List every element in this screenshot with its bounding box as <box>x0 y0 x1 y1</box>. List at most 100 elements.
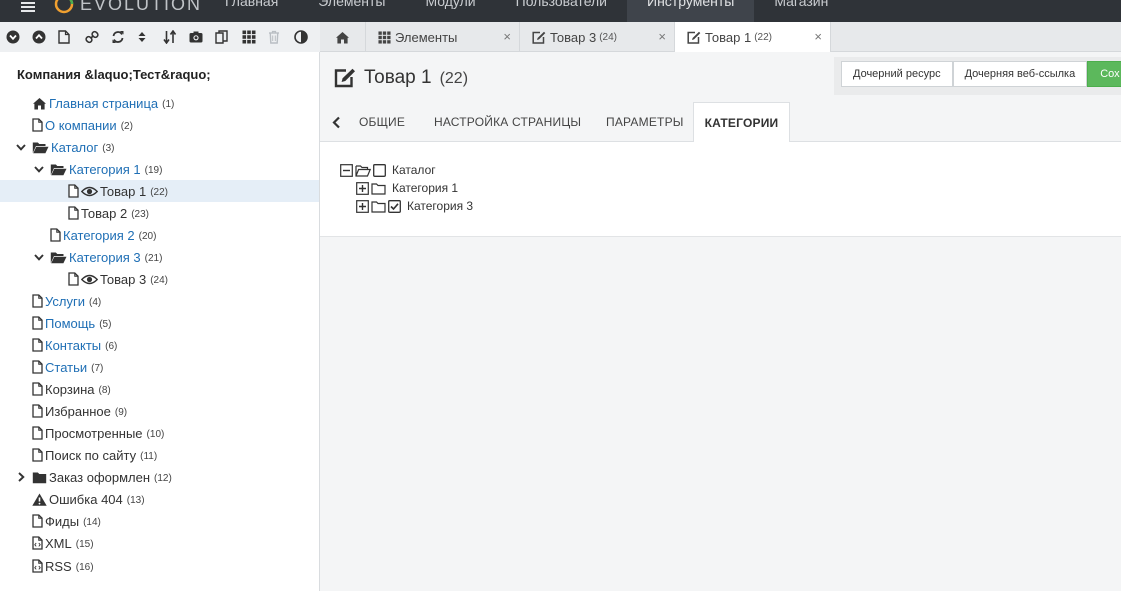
tree-item-label[interactable]: Товар 1 <box>100 184 146 199</box>
chevron-down-icon[interactable] <box>16 143 26 151</box>
tree-item[interactable]: Категория 3 (21) <box>0 246 319 268</box>
new-weblink-icon[interactable] <box>84 22 111 52</box>
nav-elements[interactable]: Элементы <box>298 0 405 22</box>
tree-item-label[interactable]: Статьи <box>45 360 87 375</box>
checkbox[interactable] <box>373 163 386 177</box>
tree-item-label[interactable]: RSS <box>45 559 72 574</box>
add-child-resource-button[interactable]: Дочерний ресурс <box>841 61 953 87</box>
category-label[interactable]: Каталог <box>392 163 436 177</box>
add-child-weblink-button[interactable]: Дочерняя веб-ссылка <box>952 61 1088 87</box>
tree-item-label[interactable]: Помощь <box>45 316 95 331</box>
tree-item[interactable]: Товар 3 (24) <box>0 268 319 290</box>
tree-item[interactable]: Избранное (9) <box>0 400 319 422</box>
tree-item[interactable]: Статьи (7) <box>0 356 319 378</box>
tree-item[interactable]: Категория 1 (19) <box>0 158 319 180</box>
tree-item-label[interactable]: Просмотренные <box>45 426 143 441</box>
top-bar: EVOLUTION Главная Элементы Модули Пользо… <box>0 0 1121 22</box>
theme-toggle-icon[interactable] <box>294 22 320 52</box>
tree-item-count: (14) <box>83 516 101 528</box>
logo[interactable]: EVOLUTION <box>54 0 202 15</box>
tree-item-label[interactable]: Товар 3 <box>100 272 146 287</box>
tab-close-icon[interactable]: × <box>503 30 511 43</box>
expand-tree-icon[interactable] <box>6 22 32 52</box>
tree-item[interactable]: Ошибка 404 (13) <box>0 488 319 510</box>
tree-toggle[interactable] <box>16 143 26 151</box>
tab-product-1[interactable]: Товар 1 (22) × <box>675 22 831 53</box>
tree-item[interactable]: Просмотренные (10) <box>0 422 319 444</box>
tab-elements[interactable]: Элементы × <box>366 22 520 52</box>
nav-users[interactable]: Пользователи <box>496 0 627 22</box>
collapse-tree-icon[interactable] <box>32 22 58 52</box>
tab-close-icon[interactable]: × <box>814 30 822 43</box>
tree-item-label[interactable]: Избранное <box>45 404 111 419</box>
nav-shop[interactable]: Магазин <box>754 0 848 22</box>
elements-grid-icon[interactable] <box>242 22 268 52</box>
checkbox-checked[interactable] <box>388 199 401 213</box>
sort-order-icon[interactable] <box>163 22 189 52</box>
tree-item-label[interactable]: Категория 3 <box>69 250 141 265</box>
site-name[interactable]: Компания &laquo;Тест&raquo; <box>17 67 211 82</box>
grid-icon <box>378 30 391 44</box>
new-document-icon[interactable] <box>58 22 84 52</box>
tree-toggle[interactable] <box>16 472 26 482</box>
tree-toggle[interactable] <box>34 253 44 261</box>
site-tree-sidebar: Компания &laquo;Тест&raquo; Главная стра… <box>0 52 320 591</box>
nav-modules[interactable]: Модули <box>405 0 495 22</box>
tab-parameters[interactable]: ПАРАМЕТРЫ <box>606 102 684 142</box>
tree-item[interactable]: Каталог (3) <box>0 136 319 158</box>
tab-page-settings[interactable]: НАСТРОЙКА СТРАНИЦЫ <box>434 102 581 142</box>
tree-item-label[interactable]: Фиды <box>45 514 79 529</box>
tree-item-label[interactable]: Ошибка 404 <box>49 492 123 507</box>
save-button[interactable]: Сох <box>1087 61 1121 87</box>
tree-item[interactable]: Корзина (8) <box>0 378 319 400</box>
tab-close-icon[interactable]: × <box>658 30 666 43</box>
chevron-down-icon[interactable] <box>34 165 44 173</box>
tree-item-label[interactable]: Каталог <box>51 140 98 155</box>
tree-item[interactable]: Товар 2 (23) <box>0 202 319 224</box>
tree-item[interactable]: Фиды (14) <box>0 510 319 532</box>
nav-tools[interactable]: Инструменты <box>627 0 755 22</box>
tab-general[interactable]: ОБЩИЕ <box>359 102 405 142</box>
expand-box-icon[interactable] <box>356 199 369 213</box>
category-label[interactable]: Категория 3 <box>407 199 473 213</box>
tabs-scroll-left-icon[interactable] <box>325 102 347 142</box>
hamburger-menu-icon[interactable] <box>18 0 38 14</box>
trash-icon[interactable] <box>268 22 294 52</box>
tree-item-label[interactable]: Категория 2 <box>63 228 135 243</box>
chevron-right-icon[interactable] <box>17 472 25 482</box>
tree-item-label[interactable]: Контакты <box>45 338 101 353</box>
chevron-down-icon[interactable] <box>34 253 44 261</box>
tree-toggle[interactable] <box>34 165 44 173</box>
tree-item-label[interactable]: Услуги <box>45 294 85 309</box>
refresh-icon[interactable] <box>111 22 137 52</box>
tree-item[interactable]: Поиск по сайту (11) <box>0 444 319 466</box>
tab-product-3[interactable]: Товар 3 (24) × <box>520 22 675 52</box>
tree-item-label[interactable]: Главная страница <box>49 96 158 111</box>
expand-box-icon[interactable] <box>356 181 369 195</box>
tree-item[interactable]: Главная страница (1) <box>0 92 319 114</box>
tree-item[interactable]: XML (15) <box>0 532 319 554</box>
tab-categories[interactable]: КАТЕГОРИИ <box>693 102 790 143</box>
tree-item[interactable]: Категория 2 (20) <box>0 224 319 246</box>
media-icon[interactable] <box>189 22 215 52</box>
tree-item-label[interactable]: Корзина <box>45 382 95 397</box>
tree-item-label[interactable]: О компании <box>45 118 117 133</box>
tree-item[interactable]: Заказ оформлен (12) <box>0 466 319 488</box>
tree-item-label[interactable]: Товар 2 <box>81 206 127 221</box>
nav-home[interactable]: Главная <box>205 0 298 22</box>
sort-icon[interactable] <box>137 22 163 52</box>
category-label[interactable]: Категория 1 <box>392 181 458 195</box>
tree-item[interactable]: О компании (2) <box>0 114 319 136</box>
tree-item-label[interactable]: Категория 1 <box>69 162 141 177</box>
tree-item-label[interactable]: Заказ оформлен <box>49 470 150 485</box>
tree-item[interactable]: Помощь (5) <box>0 312 319 334</box>
tree-item[interactable]: RSS (16) <box>0 555 319 577</box>
tree-item-label[interactable]: XML <box>45 536 72 551</box>
collapse-box-icon[interactable] <box>340 163 353 177</box>
files-icon[interactable] <box>215 22 241 52</box>
tree-item[interactable]: Контакты (6) <box>0 334 319 356</box>
tab-home[interactable] <box>320 22 366 52</box>
tree-item[interactable]: Услуги (4) <box>0 290 319 312</box>
tree-item-label[interactable]: Поиск по сайту <box>45 448 136 463</box>
tree-item[interactable]: Товар 1 (22) <box>0 180 319 202</box>
